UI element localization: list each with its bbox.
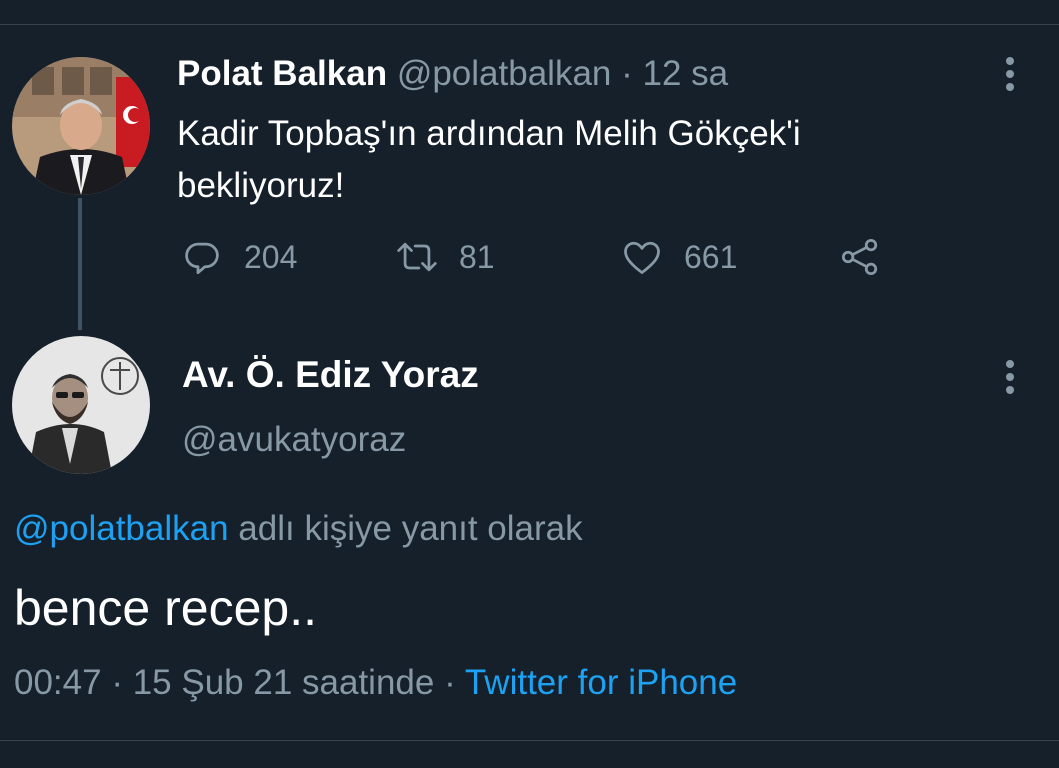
dot xyxy=(1006,386,1014,394)
reply-more-options-icon[interactable] xyxy=(1000,355,1020,399)
avatar-photo-icon xyxy=(12,336,150,474)
reply-author-name[interactable]: Av. Ö. Ediz Yoraz xyxy=(182,352,479,398)
retweet-count: 81 xyxy=(459,238,495,275)
replying-to-handle-link[interactable]: @polatbalkan xyxy=(14,509,229,548)
tweet-time[interactable]: 12 sa xyxy=(643,54,729,93)
replying-to-suffix: adlı kişiye yanıt olarak xyxy=(228,509,583,548)
meta-separator: · xyxy=(111,663,123,702)
tweet-date[interactable]: 15 Şub 21 saatinde xyxy=(133,663,435,702)
meta-separator: · xyxy=(444,663,456,702)
ediz-yoraz-avatar[interactable] xyxy=(12,336,150,474)
dot xyxy=(1006,70,1014,78)
dot xyxy=(1006,83,1014,91)
tweet-timestamp[interactable]: 00:47 xyxy=(14,663,102,702)
share-button[interactable] xyxy=(838,234,882,280)
reply-bubble-icon xyxy=(185,242,219,275)
parent-tweet-text: Kadir Topbaş'ın ardından Melih Gökçek'i … xyxy=(177,114,801,205)
replying-to-line: @polatbalkan adlı kişiye yanıt olarak xyxy=(14,506,583,552)
reply-author-handle[interactable]: @avukatyoraz xyxy=(182,417,406,463)
dot xyxy=(1006,360,1014,368)
parent-tweet-header: Polat Balkan @polatbalkan · 12 sa xyxy=(177,52,728,96)
reply-count: 204 xyxy=(244,238,298,275)
bottom-divider xyxy=(0,740,1059,741)
share-icon xyxy=(841,238,878,276)
parent-more-options-icon[interactable] xyxy=(1000,52,1020,96)
dot xyxy=(1006,57,1014,65)
polat-balkan-avatar[interactable] xyxy=(12,57,150,195)
dot xyxy=(1006,373,1014,381)
avatar-photo-icon xyxy=(12,57,150,195)
header-separator: · xyxy=(621,54,633,93)
tweet-source-link[interactable]: Twitter for iPhone xyxy=(465,663,737,702)
like-button[interactable]: 661 xyxy=(620,234,737,280)
retweet-icon xyxy=(397,242,437,272)
author-name[interactable]: Polat Balkan xyxy=(177,54,387,93)
like-count: 661 xyxy=(684,238,738,275)
parent-tweet-actions: 204 81 661 xyxy=(0,234,1059,280)
reply-tweet-meta: 00:47 · 15 Şub 21 saatinde · Twitter for… xyxy=(14,660,737,706)
top-divider xyxy=(0,24,1059,25)
retweet-button[interactable]: 81 xyxy=(395,234,495,280)
author-handle[interactable]: @polatbalkan xyxy=(397,54,612,93)
heart-icon xyxy=(624,241,660,274)
reply-button[interactable]: 204 xyxy=(180,234,297,280)
reply-tweet-text: bence recep.. xyxy=(14,580,317,636)
